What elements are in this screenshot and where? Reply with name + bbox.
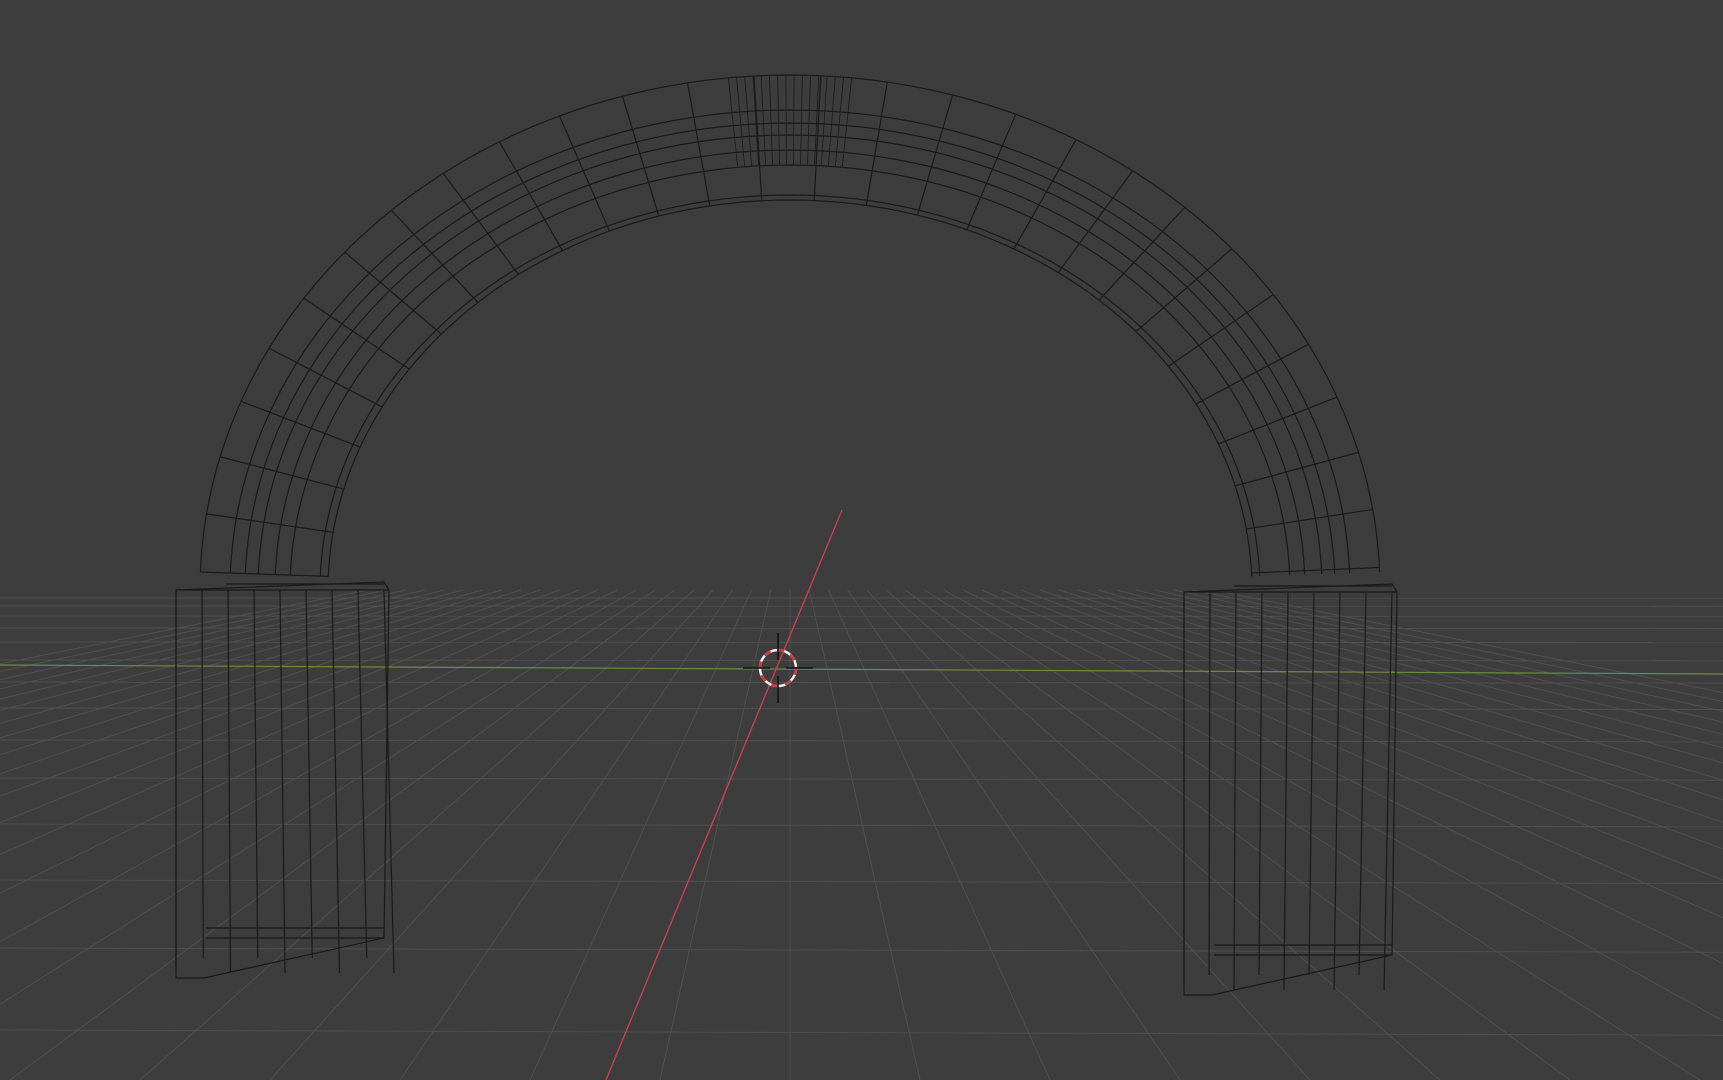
grid-line bbox=[1116, 589, 1723, 749]
grid-line bbox=[0, 659, 1723, 662]
grid-line bbox=[0, 589, 618, 894]
grid-line bbox=[0, 589, 464, 712]
viewport-canvas[interactable] bbox=[0, 0, 1723, 1080]
grid-line bbox=[1193, 589, 1723, 703]
grid-line bbox=[0, 589, 560, 797]
arch-ring bbox=[319, 194, 1261, 577]
arch-keystone-line bbox=[777, 75, 780, 166]
grid-line bbox=[0, 589, 656, 1005]
grid-line bbox=[1097, 589, 1723, 764]
floor-grid bbox=[0, 589, 1723, 1080]
grid-line bbox=[866, 589, 1311, 1080]
arch-keystone-line bbox=[752, 75, 760, 166]
arch-ring bbox=[244, 122, 1336, 574]
arch-segment bbox=[1098, 206, 1186, 301]
grid-line bbox=[659, 589, 772, 1080]
arch-segment bbox=[442, 172, 519, 275]
arch-segment bbox=[200, 571, 329, 577]
grid-line bbox=[1020, 589, 1723, 850]
arch-segment bbox=[558, 115, 611, 232]
arch-keystone-line bbox=[800, 75, 803, 166]
arch-keystone-line bbox=[807, 75, 811, 166]
arch-keystone-line bbox=[785, 75, 787, 166]
grid-line bbox=[0, 589, 541, 775]
arch-ring bbox=[289, 164, 1291, 576]
grid-line bbox=[0, 947, 1723, 953]
grid-line bbox=[0, 589, 445, 700]
arch-segment bbox=[344, 251, 442, 335]
grid-line bbox=[847, 589, 1181, 1080]
grid-line bbox=[0, 879, 1723, 884]
grid-line bbox=[0, 681, 1723, 684]
grid-line bbox=[0, 1029, 1723, 1036]
x-axis-line bbox=[605, 509, 843, 1080]
grid-line bbox=[0, 589, 637, 943]
3d-viewport[interactable] bbox=[0, 0, 1723, 1080]
arch-segment bbox=[1251, 566, 1380, 574]
grid-line bbox=[827, 589, 1051, 1080]
arch-ring bbox=[274, 149, 1306, 575]
arch-segment bbox=[686, 82, 711, 207]
arch-ring bbox=[327, 199, 1253, 577]
arch-segment bbox=[1057, 170, 1134, 273]
grid-line bbox=[0, 589, 522, 756]
left-pillar bbox=[175, 581, 395, 979]
arch-keystone-line bbox=[834, 77, 844, 167]
3d-cursor-icon[interactable] bbox=[743, 633, 813, 703]
arch-keystone-line bbox=[760, 75, 766, 166]
grid-line bbox=[885, 589, 1441, 1080]
arch-keystone-line bbox=[841, 77, 853, 168]
arch-keystone-line bbox=[820, 75, 828, 166]
arch-keystone-line bbox=[736, 77, 746, 167]
grid-line bbox=[0, 777, 1723, 781]
arch-segment bbox=[219, 456, 344, 490]
right-pillar bbox=[1183, 583, 1398, 996]
arch-segment bbox=[1013, 139, 1077, 250]
grid-line bbox=[529, 589, 753, 1080]
arch-keystone-line bbox=[744, 76, 753, 167]
arch-segment bbox=[240, 400, 361, 448]
arch-keystone-line bbox=[727, 77, 739, 168]
arch-keystone-line bbox=[769, 75, 773, 166]
grid-line bbox=[0, 823, 1723, 828]
arch-segment bbox=[865, 81, 888, 206]
arch-segment bbox=[966, 113, 1017, 230]
grid-line bbox=[943, 589, 1723, 1022]
arch-segment bbox=[268, 347, 383, 408]
arch-segment bbox=[1168, 294, 1274, 367]
grid-line bbox=[0, 707, 1723, 710]
grid-line bbox=[139, 589, 695, 1080]
arch-keystone-line bbox=[793, 75, 795, 166]
arch-segment bbox=[1218, 396, 1338, 445]
arch-segment bbox=[498, 141, 564, 251]
grid-line bbox=[1135, 589, 1723, 735]
arch-keystone-line bbox=[827, 76, 836, 167]
grid-line bbox=[1155, 589, 1723, 723]
grid-line bbox=[0, 589, 368, 665]
arch-ring bbox=[257, 134, 1323, 575]
grid-line bbox=[924, 589, 1701, 1080]
arch-segment bbox=[206, 513, 334, 533]
arch-wireframe-mesh[interactable] bbox=[175, 74, 1398, 996]
grid-line bbox=[1039, 589, 1723, 823]
grid-line bbox=[399, 589, 733, 1080]
arch-segment bbox=[1235, 451, 1359, 487]
grid-line bbox=[1212, 589, 1723, 694]
arch-segment bbox=[390, 209, 479, 303]
arch-ring bbox=[229, 109, 1351, 574]
grid-line bbox=[0, 589, 599, 855]
arch-segment bbox=[753, 75, 763, 201]
grid-line bbox=[808, 589, 921, 1080]
arch-segment bbox=[1246, 508, 1373, 530]
grid-line bbox=[0, 641, 1723, 644]
